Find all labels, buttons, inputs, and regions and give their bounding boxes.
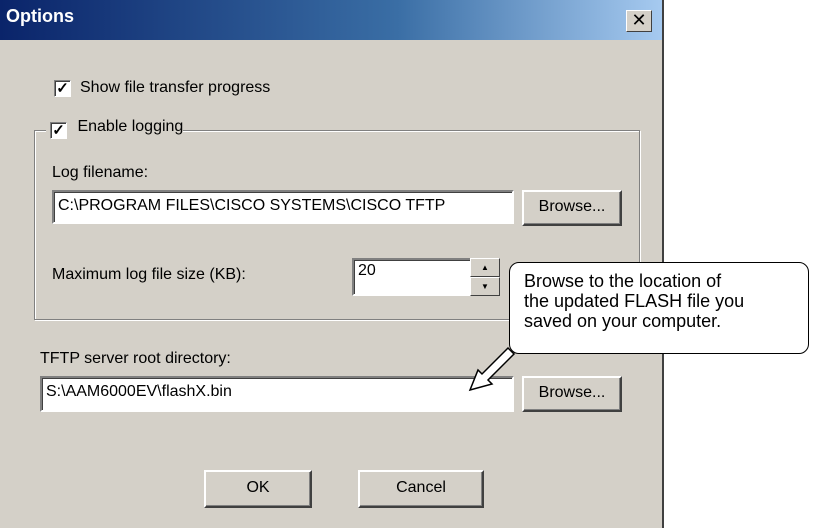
close-icon: ✕ bbox=[631, 10, 647, 30]
callout-line-2: the updated FLASH file you bbox=[524, 291, 745, 311]
arrow-pointer-icon bbox=[468, 346, 516, 392]
title-bar: Options ✕ bbox=[0, 0, 662, 40]
enable-logging-checkbox[interactable]: ✓ bbox=[50, 122, 67, 139]
max-log-size-field[interactable]: 20 bbox=[352, 258, 472, 296]
callout-line-1: Browse to the location of bbox=[524, 271, 722, 291]
cancel-button[interactable]: Cancel bbox=[358, 470, 484, 508]
log-filename-field[interactable]: C:\PROGRAM FILES\CISCO SYSTEMS\CISCO TFT… bbox=[52, 190, 514, 224]
show-progress-checkbox[interactable]: ✓ bbox=[54, 80, 71, 97]
close-button[interactable]: ✕ bbox=[626, 10, 652, 32]
dialog-title: Options bbox=[6, 6, 74, 26]
root-browse-button[interactable]: Browse... bbox=[522, 376, 622, 412]
root-dir-field[interactable]: S:\AAM6000EV\flashX.bin bbox=[40, 376, 514, 412]
enable-logging-label: Enable logging bbox=[77, 118, 184, 135]
root-dir-label: TFTP server root directory: bbox=[40, 350, 231, 367]
ok-button[interactable]: OK bbox=[204, 470, 312, 508]
log-browse-button[interactable]: Browse... bbox=[522, 190, 622, 226]
checkmark-icon: ✓ bbox=[52, 122, 65, 139]
size-spinner: ▲ ▼ bbox=[470, 258, 500, 296]
arrow-up-icon[interactable]: ▲ bbox=[470, 258, 500, 277]
checkmark-icon: ✓ bbox=[56, 80, 69, 97]
instruction-callout: Browse to the location of the updated FL… bbox=[509, 262, 809, 354]
callout-line-3: saved on your computer. bbox=[524, 311, 722, 331]
show-progress-label: Show file transfer progress bbox=[80, 79, 271, 96]
log-filename-label: Log filename: bbox=[52, 164, 149, 181]
logging-legend: ✓ Enable logging bbox=[46, 118, 184, 142]
arrow-down-icon[interactable]: ▼ bbox=[470, 277, 500, 296]
max-log-size-label: Maximum log file size (KB): bbox=[52, 266, 246, 283]
